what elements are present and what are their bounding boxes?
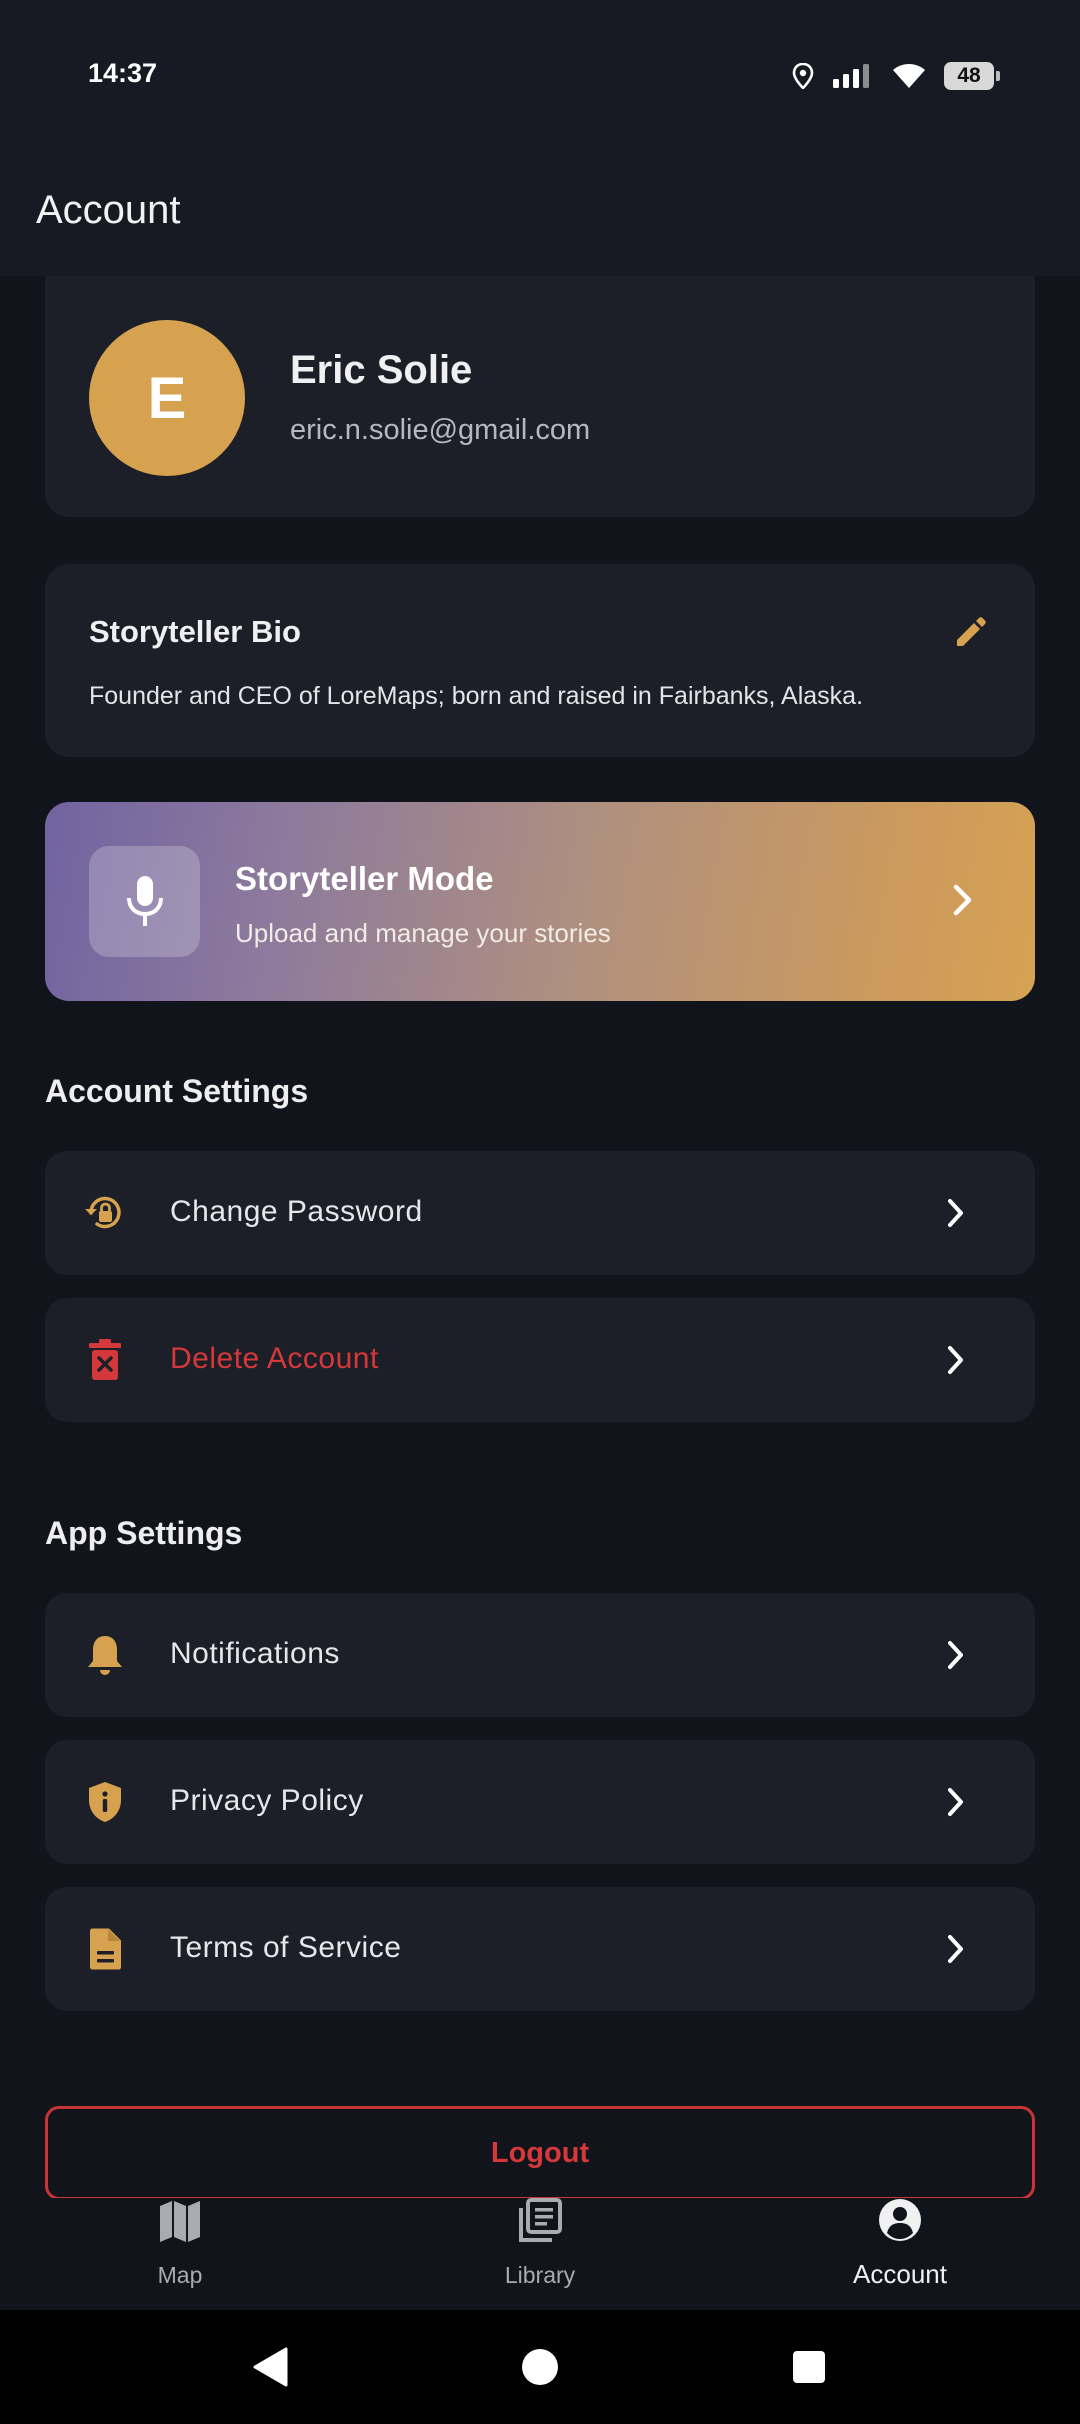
notifications-label: Notifications bbox=[170, 1637, 340, 1670]
chevron-right-icon bbox=[948, 1935, 963, 1963]
shield-icon bbox=[83, 1780, 127, 1824]
privacy-policy-row[interactable]: Privacy Policy bbox=[45, 1740, 1035, 1864]
bio-title: Storyteller Bio bbox=[89, 614, 301, 649]
delete-account-label: Delete Account bbox=[170, 1342, 379, 1375]
nav-label-account: Account bbox=[853, 2259, 947, 2289]
trash-icon bbox=[83, 1338, 127, 1382]
chevron-right-icon bbox=[953, 884, 972, 916]
status-bar: 14:37 48 bbox=[0, 0, 1080, 150]
logout-button[interactable]: Logout bbox=[45, 2106, 1035, 2200]
storyteller-mode-card[interactable]: Storyteller Mode Upload and manage your … bbox=[45, 802, 1035, 1001]
library-icon bbox=[519, 2198, 562, 2242]
nav-label-library: Library bbox=[504, 2262, 576, 2288]
profile-email: eric.n.solie@gmail.com bbox=[290, 414, 591, 446]
map-icon bbox=[160, 2201, 200, 2242]
page-title: Account bbox=[36, 188, 181, 232]
document-icon bbox=[83, 1927, 127, 1971]
privacy-policy-label: Privacy Policy bbox=[170, 1784, 364, 1817]
bio-card: Storyteller Bio Founder and CEO of LoreM… bbox=[45, 564, 1035, 757]
nav-label-map: Map bbox=[157, 2262, 203, 2288]
storyteller-mode-title: Storyteller Mode bbox=[235, 860, 494, 897]
system-navigation-bar bbox=[0, 2310, 1080, 2424]
account-icon bbox=[879, 2199, 921, 2241]
status-icons: 48 bbox=[792, 58, 1000, 94]
home-icon[interactable] bbox=[521, 2347, 559, 2387]
profile-name: Eric Solie bbox=[290, 348, 473, 392]
delete-account-row[interactable]: Delete Account bbox=[45, 1298, 1035, 1422]
terms-of-service-label: Terms of Service bbox=[170, 1931, 402, 1964]
change-password-label: Change Password bbox=[170, 1195, 423, 1228]
status-time: 14:37 bbox=[88, 58, 158, 88]
app-header: Account bbox=[0, 150, 1080, 276]
change-password-row[interactable]: Change Password bbox=[45, 1151, 1035, 1275]
chevron-right-icon bbox=[948, 1346, 963, 1374]
profile-card: E Eric Solie eric.n.solie@gmail.com bbox=[45, 276, 1035, 517]
chevron-right-icon bbox=[948, 1199, 963, 1227]
signal-icon bbox=[833, 64, 869, 88]
nav-item-account[interactable]: Account bbox=[800, 2198, 1000, 2310]
bell-icon bbox=[83, 1633, 127, 1677]
recents-icon[interactable] bbox=[790, 2347, 828, 2387]
back-icon[interactable] bbox=[252, 2347, 290, 2387]
location-icon bbox=[792, 63, 814, 89]
chevron-right-icon bbox=[948, 1641, 963, 1669]
app-settings-heading: App Settings bbox=[45, 1515, 243, 1551]
chevron-right-icon bbox=[948, 1788, 963, 1816]
lock-reset-icon bbox=[83, 1191, 127, 1235]
avatar-initial: E bbox=[147, 365, 187, 431]
nav-item-map[interactable]: Map bbox=[80, 2198, 280, 2310]
battery-icon: 48 bbox=[944, 62, 1000, 90]
battery-level: 48 bbox=[957, 64, 981, 87]
microphone-icon-box bbox=[89, 846, 200, 957]
account-settings-heading: Account Settings bbox=[45, 1073, 309, 1109]
notifications-row[interactable]: Notifications bbox=[45, 1593, 1035, 1717]
wifi-icon bbox=[893, 64, 925, 88]
storyteller-mode-subtitle: Upload and manage your stories bbox=[235, 918, 611, 948]
terms-of-service-row[interactable]: Terms of Service bbox=[45, 1887, 1035, 2011]
bio-text: Founder and CEO of LoreMaps; born and ra… bbox=[89, 682, 864, 710]
nav-item-library[interactable]: Library bbox=[440, 2198, 640, 2310]
microphone-icon bbox=[126, 875, 163, 926]
bottom-nav: Map Library Account bbox=[0, 2198, 1080, 2310]
edit-pencil-icon[interactable] bbox=[951, 612, 991, 652]
avatar[interactable]: E bbox=[89, 320, 245, 476]
